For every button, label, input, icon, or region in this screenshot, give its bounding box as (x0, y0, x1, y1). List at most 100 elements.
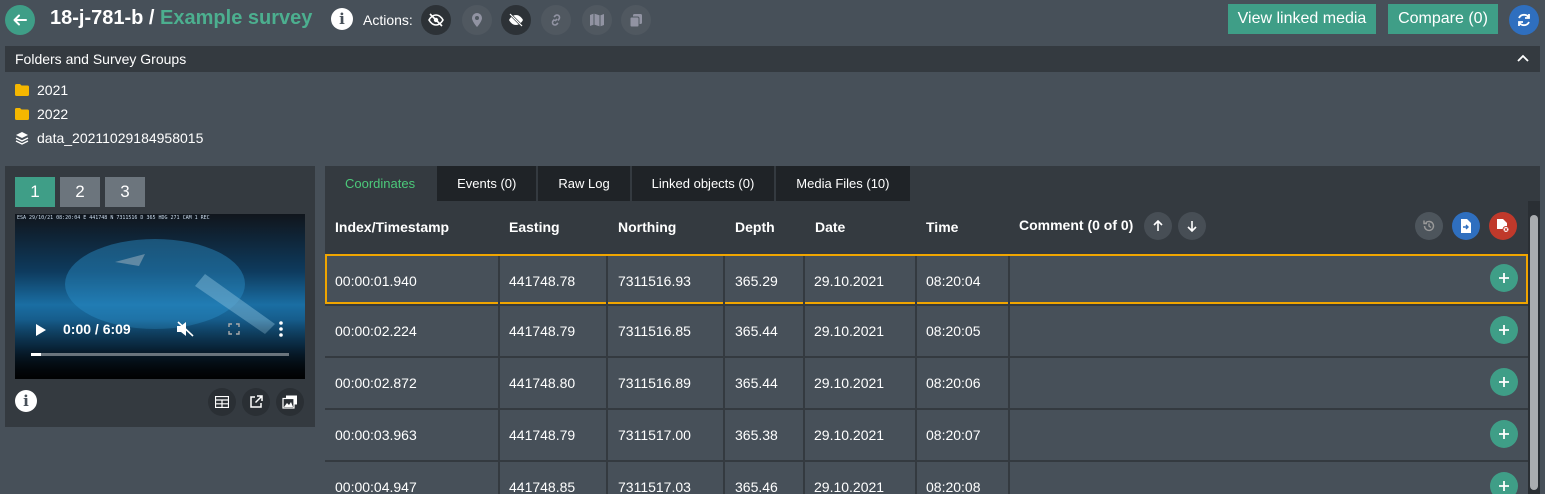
chevron-up-icon[interactable] (1516, 51, 1530, 65)
folder-item-2022[interactable]: 2022 (15, 106, 68, 122)
video-progress-bar[interactable] (31, 353, 289, 356)
copy-button[interactable] (621, 5, 651, 35)
add-comment-button[interactable] (1490, 368, 1518, 396)
video-controls (15, 319, 305, 379)
tab-linked-objects[interactable]: Linked objects (0) (631, 166, 775, 201)
history-button[interactable] (1415, 212, 1443, 240)
fullscreen-icon[interactable] (228, 323, 240, 335)
video-player[interactable]: ESA 29/10/21 08:20:04 E 441748 N 7311516… (15, 214, 305, 379)
delete-file-button[interactable] (1489, 212, 1517, 240)
survey-link[interactable]: Example survey (160, 7, 312, 29)
table-row[interactable]: 00:00:01.940 441748.78 7311516.93 365.29… (325, 254, 1528, 306)
cell-depth: 365.44 (735, 375, 778, 391)
cell-date: 29.10.2021 (814, 323, 885, 339)
next-comment-button[interactable] (1178, 212, 1206, 240)
tab-coordinates[interactable]: Coordinates (325, 166, 436, 201)
column-header-depth[interactable]: Depth (735, 219, 775, 235)
plus-icon (1499, 273, 1509, 283)
column-divider (498, 358, 500, 408)
column-divider (723, 358, 725, 408)
gallery-button[interactable] (276, 388, 304, 416)
tab-events[interactable]: Events (0) (437, 166, 537, 201)
comment-counter: Comment (0 of 0) (1019, 217, 1134, 233)
media-page-3-button[interactable]: 3 (105, 177, 145, 207)
add-comment-button[interactable] (1490, 472, 1518, 494)
table-view-button[interactable] (208, 388, 236, 416)
file-import-icon (1461, 219, 1471, 233)
view-linked-media-button[interactable]: View linked media (1228, 4, 1376, 34)
table-row[interactable]: 00:00:02.224 441748.79 7311516.85 365.44… (325, 306, 1528, 356)
column-header-date[interactable]: Date (815, 219, 845, 235)
import-file-button[interactable] (1452, 212, 1480, 240)
map-button[interactable] (582, 5, 612, 35)
add-comment-button[interactable] (1490, 264, 1518, 292)
column-divider (1008, 256, 1010, 306)
tab-raw-log[interactable]: Raw Log (538, 166, 630, 201)
column-divider (498, 410, 500, 460)
table-row[interactable]: 00:00:04.947 441748.85 7311517.03 365.46… (325, 462, 1528, 494)
hide-button[interactable] (421, 5, 451, 35)
table-scrollbar[interactable] (1528, 201, 1540, 494)
cell-easting: 441748.79 (509, 427, 576, 443)
header: 18-j-781-b / Example survey i Actions: V… (0, 0, 1545, 40)
column-divider (606, 306, 608, 356)
file-delete-icon (1497, 219, 1510, 233)
open-external-button[interactable] (242, 388, 270, 416)
back-button[interactable] (5, 5, 35, 35)
hide-all-button[interactable] (501, 5, 531, 35)
refresh-icon (1518, 13, 1530, 27)
media-page-1-button[interactable]: 1 (15, 177, 55, 207)
column-header-easting[interactable]: Easting (509, 219, 560, 235)
table-row[interactable]: 00:00:03.963 441748.79 7311517.00 365.38… (325, 410, 1528, 460)
play-icon[interactable] (35, 324, 47, 336)
media-page-2-button[interactable]: 2 (60, 177, 100, 207)
cell-northing: 7311516.89 (618, 375, 691, 391)
add-comment-button[interactable] (1490, 316, 1518, 344)
column-header-northing[interactable]: Northing (618, 219, 676, 235)
cell-northing: 7311517.00 (618, 427, 691, 443)
compare-button[interactable]: Compare (0) (1388, 4, 1498, 34)
column-header-index[interactable]: Index/Timestamp (335, 219, 449, 235)
column-header-time[interactable]: Time (926, 219, 958, 235)
folders-title: Folders and Survey Groups (15, 51, 187, 67)
plus-icon (1499, 325, 1509, 335)
table-row[interactable]: 00:00:02.872 441748.80 7311516.89 365.44… (325, 358, 1528, 408)
survey-group-item[interactable]: data_20211029184958015 (15, 130, 203, 146)
column-divider (498, 462, 500, 494)
refresh-button[interactable] (1509, 5, 1539, 35)
folders-header[interactable]: Folders and Survey Groups (5, 46, 1540, 72)
column-divider (723, 306, 725, 356)
folder-label: 2022 (37, 106, 69, 122)
link-icon (551, 14, 561, 26)
column-divider (723, 462, 725, 494)
column-divider (803, 358, 805, 408)
mute-icon[interactable] (176, 321, 194, 337)
cell-easting: 441748.79 (509, 323, 576, 339)
cell-time: 08:20:06 (926, 375, 981, 391)
column-divider (606, 256, 608, 306)
external-link-icon (250, 395, 263, 408)
scrollbar-thumb[interactable] (1530, 215, 1538, 490)
cell-depth: 365.46 (735, 479, 778, 494)
actions-label: Actions: (363, 12, 413, 28)
cell-northing: 7311516.93 (618, 273, 691, 289)
column-divider (606, 410, 608, 460)
more-options-icon[interactable] (279, 321, 283, 337)
cell-date: 29.10.2021 (814, 273, 885, 289)
media-info-icon[interactable]: i (15, 390, 37, 412)
add-comment-button[interactable] (1490, 420, 1518, 448)
cell-index: 00:00:04.947 (335, 479, 417, 494)
map-icon (590, 13, 604, 27)
column-divider (1008, 358, 1010, 408)
history-icon (1423, 220, 1435, 232)
link-button[interactable] (541, 5, 571, 35)
cell-time: 08:20:05 (926, 323, 981, 339)
map-pin-button[interactable] (462, 5, 492, 35)
previous-comment-button[interactable] (1144, 212, 1172, 240)
folder-item-2021[interactable]: 2021 (15, 82, 68, 98)
table-header: Index/Timestamp Easting Northing Depth D… (325, 201, 1528, 251)
device-name: 18-j-781-b (50, 7, 144, 29)
tab-media-files[interactable]: Media Files (10) (776, 166, 910, 201)
images-icon (282, 395, 297, 409)
info-icon[interactable]: i (331, 8, 353, 30)
